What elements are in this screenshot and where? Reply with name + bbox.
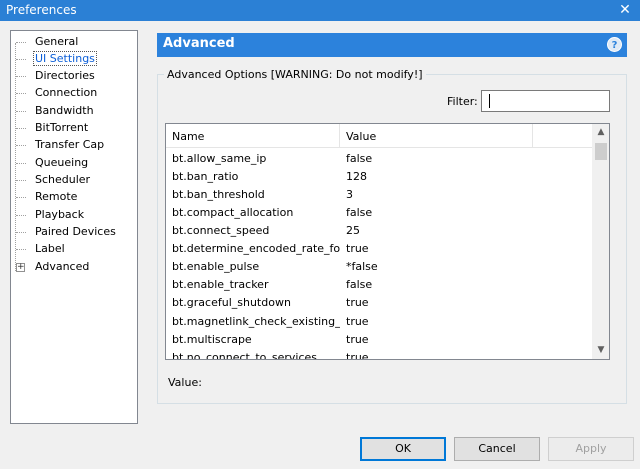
table-row[interactable]: bt.enable_tracker false [166,276,594,294]
option-name: bt.multiscrape [172,333,252,346]
group-label: Advanced Options [WARNING: Do not modify… [164,68,426,81]
option-value: 25 [346,224,360,237]
table-row[interactable]: bt.ban_threshold 3 [166,186,594,204]
table-row[interactable]: bt.determine_encoded_rate_fo... true [166,240,594,258]
tree-item-label: Remote [35,190,78,203]
option-name: bt.connect_speed [172,224,270,237]
help-icon[interactable]: ? [607,37,622,52]
tree-connector [16,197,26,198]
tree-connector [16,93,26,94]
tree-connector [16,42,26,43]
table-row[interactable]: bt.ban_ratio 128 [166,168,594,186]
option-name: bt.compact_allocation [172,206,294,219]
column-header-value[interactable]: Value [346,130,376,143]
tree-connector-line [15,43,16,271]
category-tree: General UI Settings Directories Connecti… [10,30,138,424]
title-bar: Preferences ✕ [0,0,640,21]
scroll-up-icon[interactable]: ▲ [593,124,609,141]
tree-item-label: Advanced [35,260,90,273]
tree-item-label: UI Settings [33,51,97,66]
panel-header: Advanced ? [157,33,627,57]
cancel-button[interactable]: Cancel [454,437,540,461]
tree-connector [16,59,26,60]
tree-item-label: General [35,35,79,48]
column-header-name[interactable]: Name [172,130,204,143]
text-caret [489,94,490,108]
table-row[interactable]: bt.connect_speed 25 [166,222,594,240]
tree-connector [16,145,26,146]
option-value: false [346,278,373,291]
scroll-thumb[interactable] [595,143,607,160]
tree-connector [16,111,26,112]
tree-item-label: Transfer Cap [35,138,105,151]
option-value: true [346,296,369,309]
tree-item-label: Connection [35,86,98,99]
column-separator[interactable] [532,124,533,148]
tree-item-label: Directories [35,69,95,82]
tree-connector [16,163,26,164]
table-row[interactable]: bt.multiscrape true [166,331,594,349]
tree-connector [16,249,26,250]
table-row[interactable]: bt.enable_pulse *false [166,258,594,276]
option-name: bt.ban_ratio [172,170,239,183]
filter-input[interactable] [481,90,610,112]
scroll-down-icon[interactable]: ▼ [593,342,609,359]
tree-connector [16,128,26,129]
table-row[interactable]: bt.compact_allocation false [166,204,594,222]
option-value: 128 [346,170,367,183]
tree-item-label: Scheduler [35,173,91,186]
option-value: true [346,242,369,255]
tree-item-label: Queueing [35,156,89,169]
table-row[interactable]: bt.no_connect_to_services true [166,349,594,360]
option-value: false [346,152,373,165]
option-value: true [346,333,369,346]
value-label: Value: [168,376,202,389]
table-row[interactable]: bt.allow_same_ip false [166,150,594,168]
tree-connector [16,232,26,233]
tree-item-label: Paired Devices [35,225,116,238]
window-title: Preferences [6,3,77,17]
table-row[interactable]: bt.magnetlink_check_existing_... true [166,313,594,331]
option-value: false [346,206,373,219]
expand-icon[interactable]: + [16,263,25,272]
apply-button[interactable]: Apply [548,437,634,461]
option-name: bt.allow_same_ip [172,152,267,165]
list-header: Name Value [166,124,594,148]
option-name: bt.no_connect_to_services [172,351,318,360]
option-value: true [346,315,369,328]
option-value: true [346,351,369,360]
option-value: *false [346,260,378,273]
table-row[interactable]: bt.graceful_shutdown true [166,294,594,312]
tree-item-label: BitTorrent [35,121,89,134]
column-separator[interactable] [339,124,340,148]
option-name: bt.enable_tracker [172,278,269,291]
option-name: bt.determine_encoded_rate_fo... [172,242,340,255]
close-icon[interactable]: ✕ [616,1,634,19]
ok-button[interactable]: OK [360,437,446,461]
option-value: 3 [346,188,353,201]
option-name: bt.enable_pulse [172,260,260,273]
option-name: bt.magnetlink_check_existing_... [172,315,340,328]
tree-connector [16,180,26,181]
tree-connector [16,215,26,216]
vertical-scrollbar[interactable]: ▲ ▼ [592,124,609,359]
panel-title: Advanced [163,36,235,51]
option-name: bt.graceful_shutdown [172,296,291,309]
tree-item-label: Playback [35,208,85,221]
filter-label: Filter: [447,95,478,108]
options-list[interactable]: Name Value bt.allow_same_ip false bt.ban_… [165,123,610,360]
tree-item-label: Label [35,242,65,255]
tree-item-label: Bandwidth [35,104,94,117]
tree-connector [16,76,26,77]
option-name: bt.ban_threshold [172,188,265,201]
